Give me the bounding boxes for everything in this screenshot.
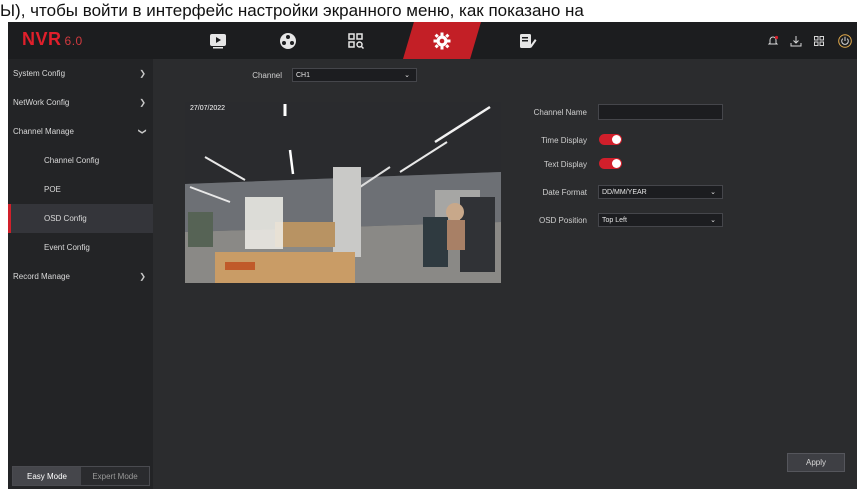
text-display-toggle[interactable] [599,158,622,169]
time-display-label: Time Display [541,136,587,145]
tab-playback[interactable] [188,22,248,59]
channel-label: Channel [252,71,282,80]
chevron-down-icon: ⌄ [404,72,410,79]
top-navigation-bar: NVR 6.0 [8,22,857,59]
ai-face-icon [280,32,296,49]
office-scene-image [185,102,501,283]
sidebar: System Config ❯ NetWork Config ❯ Channel… [8,59,153,489]
alarm-bell-icon [767,35,778,44]
sidebar-item-label: POE [44,185,61,194]
chevron-right-icon: ❯ [139,272,146,281]
osd-position-select[interactable]: Top Left ⌄ [598,213,723,227]
chevron-down-icon: ⌄ [710,217,716,224]
camera-preview[interactable]: 27/07/2022 [185,102,501,283]
toggle-knob [612,159,621,168]
tab-settings[interactable] [403,22,481,59]
sidebar-item-event-config[interactable]: Event Config [8,233,153,262]
osd-position-label: OSD Position [538,216,587,225]
sidebar-item-label: OSD Config [44,214,87,223]
tab-ai[interactable] [258,22,318,59]
logo-version: 6.0 [64,34,83,48]
gear-icon [433,32,451,49]
sidebar-item-channel-manage[interactable]: Channel Manage ❯ [8,117,153,146]
sidebar-item-label: Record Manage [13,272,70,281]
power-icon [837,33,852,48]
sidebar-item-label: NetWork Config [13,98,70,107]
backup-button[interactable] [787,32,804,49]
power-button[interactable] [836,32,853,49]
search-icon [348,32,364,49]
document-caption: Ы), чтобы войти в интерфейс настройки эк… [0,0,857,22]
sidebar-item-channel-config[interactable]: Channel Config [8,146,153,175]
chevron-down-icon: ❯ [138,128,148,135]
date-format-label: Date Format [542,188,587,197]
channel-name-label: Channel Name [533,108,587,117]
tab-maintenance[interactable] [498,22,558,59]
mode-switch: Easy Mode Expert Mode [12,466,150,486]
sidebar-item-label: Channel Manage [13,127,74,136]
play-icon [210,33,226,48]
sidebar-item-label: Event Config [44,243,90,252]
date-format-select-value: DD/MM/YEAR [602,188,647,196]
nvr-app-window: NVR 6.0 System Config ❯ NetWork Config ❯… [8,22,857,489]
sidebar-item-label: System Config [13,69,66,78]
logo-text: NVR [22,29,62,49]
chevron-down-icon: ⌄ [710,189,716,196]
sidebar-item-osd-config[interactable]: OSD Config [8,204,153,233]
backup-icon [790,35,801,46]
date-format-select[interactable]: DD/MM/YEAR ⌄ [598,185,723,199]
channel-select-value: CH1 [296,71,311,79]
sidebar-item-record-manage[interactable]: Record Manage ❯ [8,262,153,291]
alarm-bell-button[interactable] [764,32,781,49]
edit-icon [520,33,537,48]
grid-icon [813,35,824,46]
easy-mode-button[interactable]: Easy Mode [13,467,81,485]
chevron-right-icon: ❯ [139,98,146,107]
sidebar-item-poe[interactable]: POE [8,175,153,204]
tab-search[interactable] [326,22,386,59]
time-display-toggle[interactable] [599,134,622,145]
text-display-label: Text Display [543,160,587,169]
channel-select[interactable]: CH1 ⌄ [292,68,417,82]
grid-button[interactable] [810,32,827,49]
sidebar-item-label: Channel Config [44,156,100,165]
toggle-knob [612,135,621,144]
sidebar-item-network-config[interactable]: NetWork Config ❯ [8,88,153,117]
osd-position-select-value: Top Left [602,216,627,224]
apply-button[interactable]: Apply [787,453,845,472]
channel-name-input[interactable] [598,104,723,120]
osd-timestamp: 27/07/2022 [190,105,226,112]
expert-mode-button[interactable]: Expert Mode [81,467,149,485]
sidebar-item-system-config[interactable]: System Config ❯ [8,59,153,88]
chevron-right-icon: ❯ [139,69,146,78]
nvr-logo: NVR 6.0 [22,29,83,50]
